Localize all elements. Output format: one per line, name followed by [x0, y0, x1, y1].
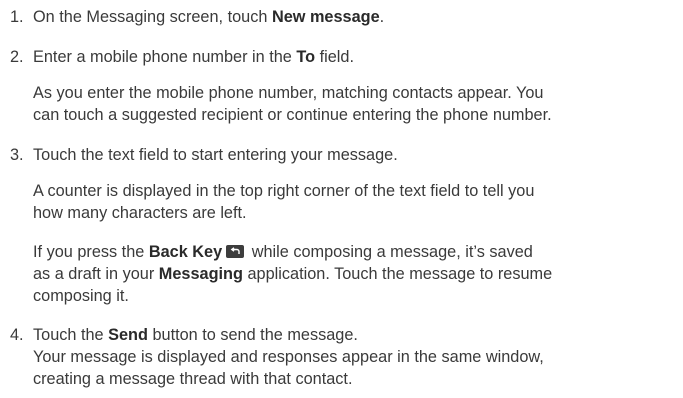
- step-text-post: button to send the message.: [147, 326, 358, 344]
- step-text-line: Your message is displayed and responses …: [33, 348, 544, 366]
- step-text: Touch the text field to start entering y…: [33, 146, 398, 164]
- note-line: composing it.: [33, 287, 129, 305]
- step-2-note: As you enter the mobile phone number, ma…: [33, 82, 677, 126]
- step-4: 4. Touch the Send button to send the mes…: [10, 324, 677, 390]
- step-text-pre: On the Messaging screen, touch: [33, 8, 272, 26]
- note-line: as a draft in your Messaging application…: [33, 263, 677, 285]
- step-text: Touch the Send button to send the messag…: [10, 324, 677, 346]
- instructions-document: 1. On the Messaging screen, touch New me…: [0, 0, 683, 398]
- note-line: A counter is displayed in the top right …: [33, 182, 535, 200]
- note-line: can touch a suggested recipient or conti…: [33, 106, 552, 124]
- note-line: As you enter the mobile phone number, ma…: [33, 84, 544, 102]
- note-line: If you press the Back Key while composin…: [33, 241, 677, 263]
- step-text-pre: Touch the: [33, 326, 109, 344]
- send-button-label: Send: [108, 326, 148, 344]
- step-3-note-1: A counter is displayed in the top right …: [33, 180, 677, 224]
- step-2: 2. Enter a mobile phone number in the To…: [10, 46, 677, 68]
- step-text-post: field.: [315, 48, 354, 66]
- back-key-label: Back Key: [148, 243, 223, 261]
- step-3: 3. Touch the text field to start enterin…: [10, 144, 677, 166]
- messaging-app-label: Messaging: [158, 265, 243, 283]
- step-text-pre: Enter a mobile phone number in the: [33, 48, 297, 66]
- step-number: 4.: [10, 326, 24, 344]
- step-text: Enter a mobile phone number in the To fi…: [10, 46, 677, 68]
- step-3-note-2: If you press the Back Key while composin…: [33, 241, 677, 307]
- step-text-line: creating a message thread with that cont…: [33, 370, 353, 388]
- note-text: application. Touch the message to resume: [242, 265, 553, 283]
- step-number: 3.: [10, 146, 24, 164]
- step-number: 1.: [10, 8, 24, 26]
- step-number: 2.: [10, 48, 24, 66]
- new-message-label: New message: [271, 8, 380, 26]
- note-line: how many characters are left.: [33, 204, 247, 222]
- back-key-icon: [226, 245, 245, 258]
- step-text: On the Messaging screen, touch New messa…: [10, 6, 677, 28]
- note-text: while composing a message, it’s saved: [247, 243, 533, 261]
- step-text-post: .: [379, 8, 385, 26]
- step-1: 1. On the Messaging screen, touch New me…: [10, 6, 677, 28]
- note-text: as a draft in your: [33, 265, 159, 283]
- to-field-label: To: [296, 48, 316, 66]
- note-text: If you press the: [33, 243, 149, 261]
